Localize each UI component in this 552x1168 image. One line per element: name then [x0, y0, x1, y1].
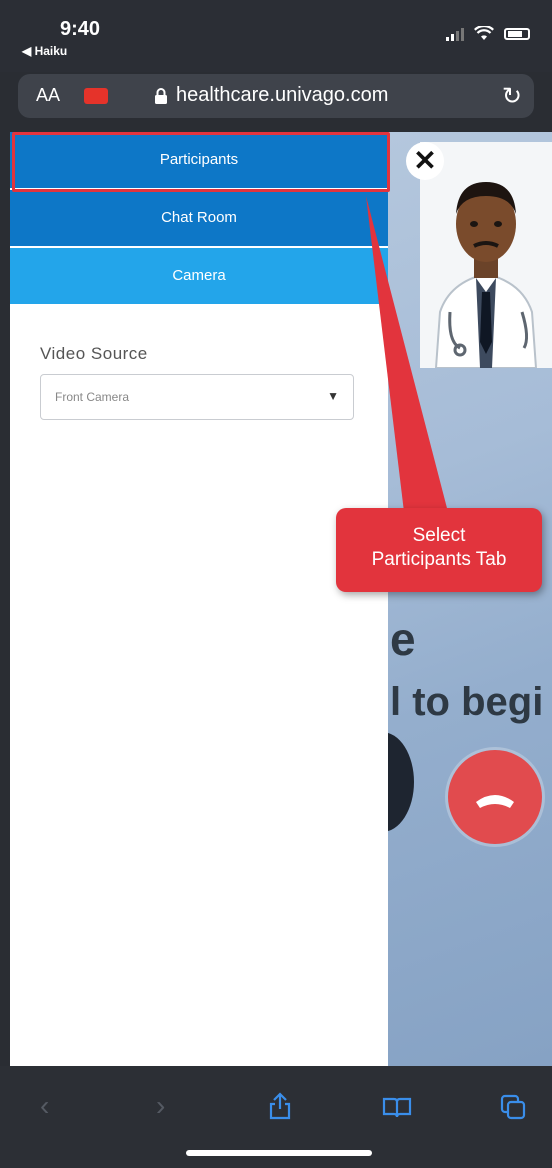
phone-screen: 9:40 ◀ Haiku AA healthcare.univago.com ↻… — [0, 0, 552, 1168]
tabs-icon[interactable] — [500, 1094, 526, 1120]
back-icon[interactable]: ‹ — [40, 1090, 49, 1122]
instruction-callout: Select Participants Tab — [336, 508, 542, 592]
home-indicator — [186, 1150, 372, 1156]
callout-line-1: Select — [412, 525, 466, 546]
bookmarks-icon[interactable] — [382, 1096, 412, 1118]
forward-icon[interactable]: › — [156, 1090, 165, 1122]
callout-line-2: Participants Tab — [371, 549, 507, 570]
share-icon[interactable] — [268, 1092, 292, 1120]
